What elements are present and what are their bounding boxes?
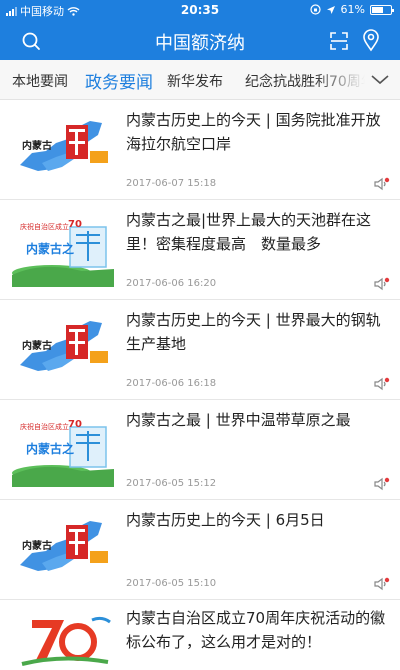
news-thumbnail: 内蒙古 (12, 513, 114, 587)
news-title: 内蒙古自治区成立70周年庆祝活动的徽标公布了，这么用才是对的！ (126, 609, 386, 651)
tabs-fade (315, 60, 365, 99)
news-title: 内蒙古历史上的今天 | 世界最大的钢轨生产基地 (126, 311, 381, 353)
news-date: 2017-06-07 15:18 (126, 178, 217, 189)
svg-text:内蒙古之: 内蒙古之 (26, 241, 74, 256)
news-title: 内蒙古历史上的今天 | 国务院批准开放海拉尔航空口岸 (126, 111, 381, 153)
category-tabs: 本地要闻 政务要闻 新华发布 纪念抗战胜利70周年 (0, 60, 400, 100)
battery-percent: 61% (340, 3, 365, 16)
news-thumbnail: 庆祝自治区成立 70 内蒙古之 (12, 413, 114, 487)
news-date: 2017-06-05 15:12 (126, 478, 217, 489)
svg-text:70: 70 (68, 219, 82, 230)
tab-government-news[interactable]: 政务要闻 (85, 68, 153, 93)
news-date: 2017-06-06 16:18 (126, 378, 217, 389)
status-bar: 中国移动 20:35 61% (0, 0, 400, 20)
location-pin-icon[interactable] (360, 28, 382, 52)
svg-text:内蒙古: 内蒙古 (22, 539, 52, 552)
news-item[interactable]: 庆祝自治区成立 70 内蒙古之 内蒙古之最|世界上最大的天池群在这里！密集程度最高 … (0, 200, 400, 300)
battery-icon (370, 4, 394, 15)
status-right: 61% (309, 3, 394, 16)
chevron-down-icon (371, 75, 389, 85)
audio-play-icon[interactable] (374, 576, 390, 591)
expand-tabs-button[interactable] (366, 60, 400, 99)
location-arrow-icon (326, 5, 335, 14)
news-item[interactable]: 内蒙古自治区成立70周年庆祝活动的徽标公布了，这么用才是对的！ (0, 600, 400, 670)
top-bar: 中国移动 20:35 61% 中国额济纳 (0, 0, 400, 60)
news-thumbnail: 庆祝自治区成立 70 内蒙古之 (12, 213, 114, 287)
news-title: 内蒙古历史上的今天 | 6月5日 (126, 511, 325, 529)
audio-play-icon[interactable] (374, 476, 390, 491)
tab-local-news[interactable]: 本地要闻 (12, 71, 68, 91)
news-date: 2017-06-05 15:10 (126, 578, 217, 589)
svg-text:庆祝自治区成立: 庆祝自治区成立 (20, 422, 69, 431)
news-item[interactable]: 内蒙古 内蒙古历史上的今天 | 世界最大的钢轨生产基地 2017-06-06 1… (0, 300, 400, 400)
news-item[interactable]: 内蒙古 内蒙古历史上的今天 | 国务院批准开放海拉尔航空口岸 2017-06-0… (0, 100, 400, 200)
audio-play-icon[interactable] (374, 376, 390, 391)
audio-play-icon[interactable] (374, 276, 390, 291)
audio-play-icon[interactable] (374, 176, 390, 191)
news-thumbnail (12, 608, 114, 670)
news-date: 2017-06-06 16:20 (126, 278, 217, 289)
svg-text:70: 70 (68, 419, 82, 430)
news-title: 内蒙古之最|世界上最大的天池群在这里！密集程度最高 数量最多 (126, 211, 372, 253)
svg-text:内蒙古: 内蒙古 (22, 139, 52, 152)
news-thumbnail: 内蒙古 (12, 313, 114, 387)
svg-text:庆祝自治区成立: 庆祝自治区成立 (20, 222, 69, 231)
svg-text:内蒙古: 内蒙古 (22, 339, 52, 352)
rotation-lock-icon (309, 4, 321, 15)
news-thumbnail: 内蒙古 (12, 113, 114, 187)
news-item[interactable]: 庆祝自治区成立 70 内蒙古之 内蒙古之最 | 世界中温带草原之最 2017-06-… (0, 400, 400, 500)
tab-xinhua-release[interactable]: 新华发布 (167, 71, 223, 91)
scan-icon[interactable] (328, 30, 350, 52)
news-item[interactable]: 内蒙古 内蒙古历史上的今天 | 6月5日 2017-06-05 15:10 (0, 500, 400, 600)
nav-bar: 中国额济纳 (0, 20, 400, 60)
svg-text:内蒙古之: 内蒙古之 (26, 441, 74, 456)
news-title: 内蒙古之最 | 世界中温带草原之最 (126, 411, 351, 429)
